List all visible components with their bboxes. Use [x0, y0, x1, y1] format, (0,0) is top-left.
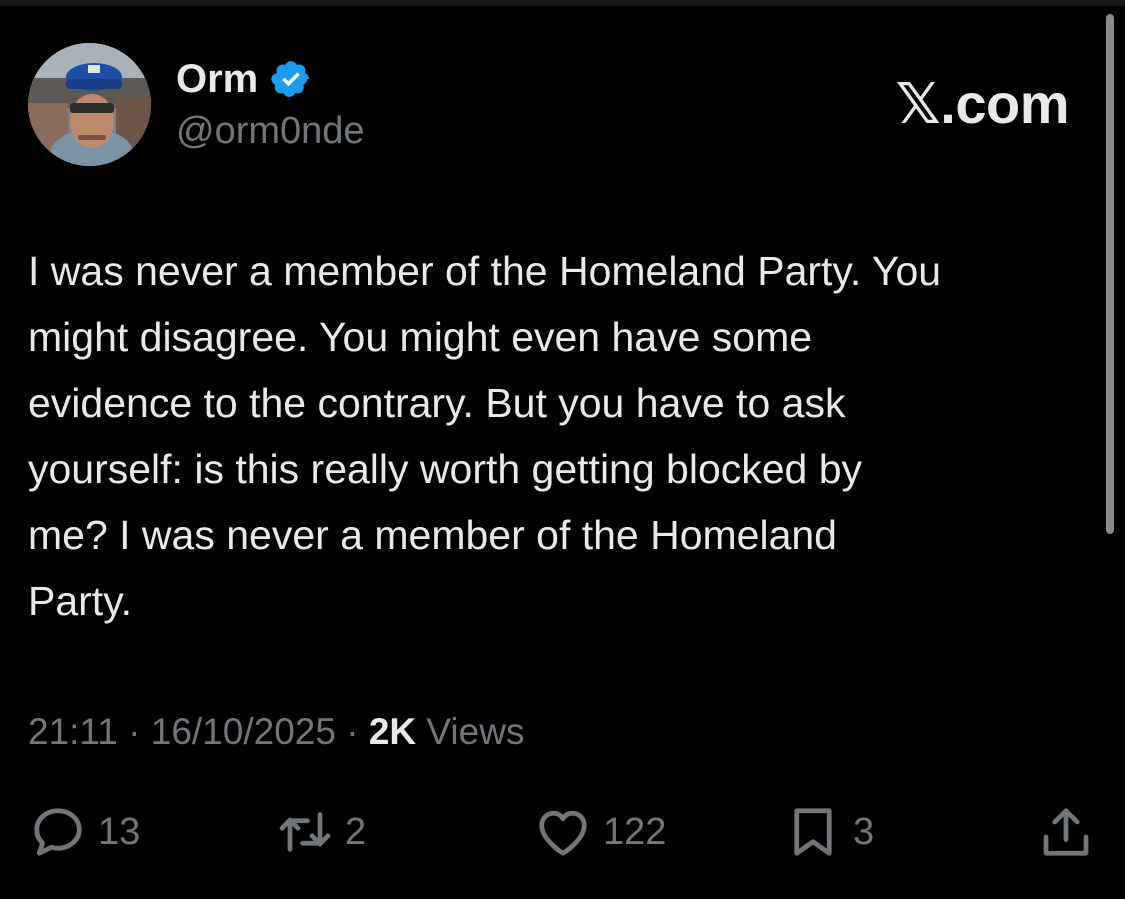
repost-icon: [279, 812, 331, 852]
bookmark-button[interactable]: 3: [783, 800, 874, 864]
site-brand: 𝕏.com: [895, 72, 1070, 135]
heart-icon: [539, 810, 587, 856]
views-count: 2K: [368, 711, 417, 752]
tweet-text: I was never a member of the Homeland Par…: [28, 248, 942, 624]
views-label: Views: [426, 711, 525, 752]
repost-button[interactable]: 2: [275, 800, 366, 864]
avatar[interactable]: [28, 43, 151, 166]
bookmark-icon: [794, 808, 832, 856]
avatar-image: [28, 43, 151, 166]
tweet-meta: 21:11 · 16/10/2025 · 2K Views: [28, 708, 524, 756]
reply-icon: [34, 808, 82, 856]
scrollbar[interactable]: [1106, 14, 1114, 534]
tweet-date[interactable]: 16/10/2025: [151, 711, 336, 752]
like-button[interactable]: 122: [533, 800, 666, 864]
reply-button[interactable]: 13: [28, 800, 140, 864]
share-button[interactable]: [1036, 800, 1096, 864]
top-edge: [0, 0, 1125, 6]
user-handle[interactable]: @orm0nde: [176, 108, 365, 154]
tweet-time[interactable]: 21:11: [28, 711, 118, 752]
share-icon: [1043, 808, 1089, 856]
meta-separator: ·: [128, 711, 141, 752]
bookmark-count: 3: [853, 811, 875, 853]
meta-separator: ·: [346, 711, 359, 752]
reply-count: 13: [98, 811, 141, 853]
verified-badge-icon: [270, 58, 312, 100]
like-count: 122: [603, 811, 667, 853]
repost-count: 2: [345, 811, 367, 853]
display-name[interactable]: Orm: [176, 55, 258, 103]
